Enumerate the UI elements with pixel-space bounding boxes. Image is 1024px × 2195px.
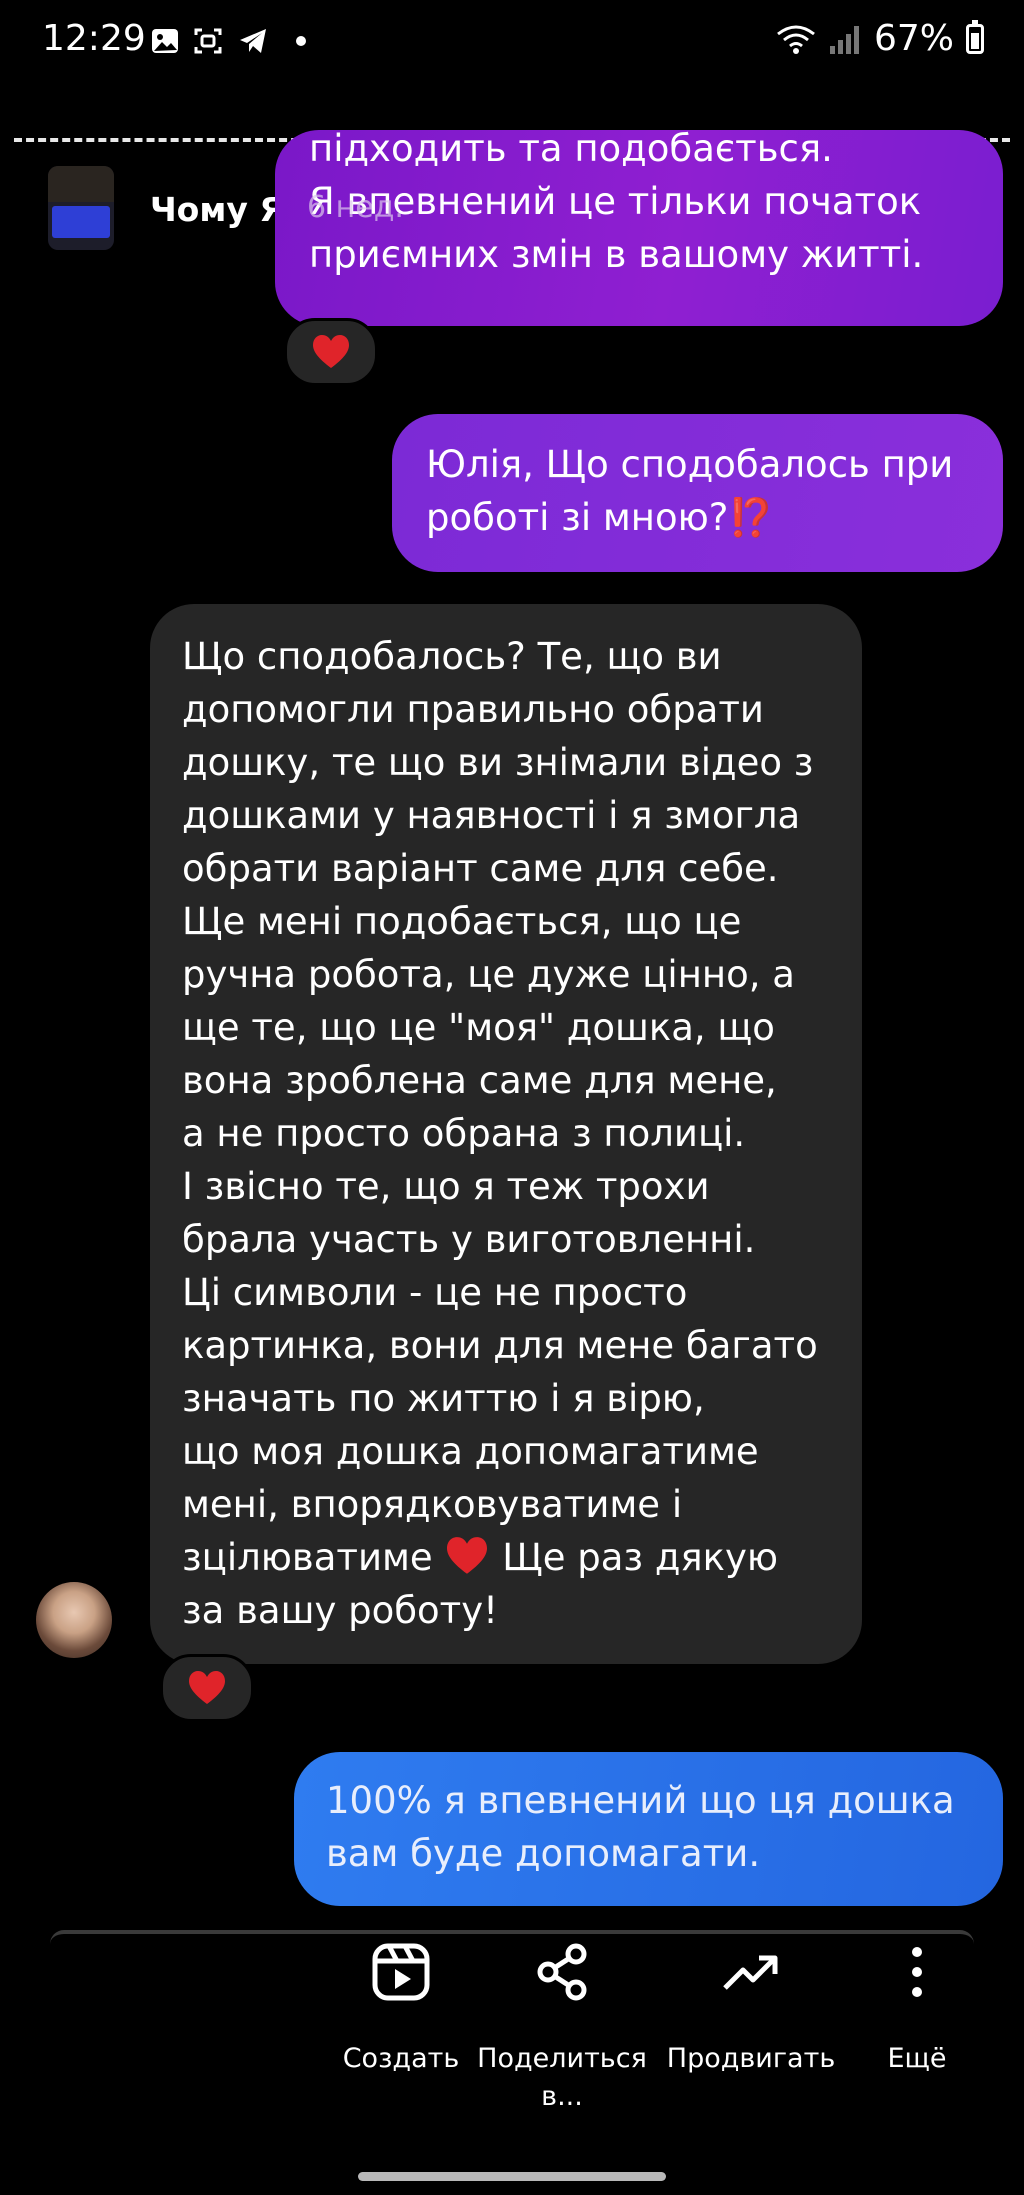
message-line: що моя дошка допомагатиме xyxy=(182,1430,759,1473)
avatar[interactable] xyxy=(36,1582,112,1658)
message-line: обрати варіант саме для себе. xyxy=(182,847,779,890)
message-line: брала участь у виготовленні. xyxy=(182,1218,756,1261)
message-bubble-outgoing-1[interactable]: підходить та подобається. Я впевнений це… xyxy=(275,130,1003,326)
share-label-line1: Поделиться xyxy=(477,2043,647,2074)
share-button[interactable]: Поделиться в... xyxy=(477,1940,647,2116)
message-line: 100% я впевнений що ця дошка xyxy=(326,1779,955,1822)
heart-icon xyxy=(313,335,349,368)
screenshot-icon xyxy=(194,28,222,54)
promote-label: Продвигать xyxy=(666,2043,836,2074)
reels-icon xyxy=(372,1943,430,2001)
create-label: Создать xyxy=(342,2043,460,2074)
promote-button[interactable]: Продвигать xyxy=(666,1940,836,2078)
interrobang-icon: ⁉️ xyxy=(728,496,775,539)
message-line: вам буде допомагати. xyxy=(326,1832,761,1875)
message-bubble-outgoing-2[interactable]: Юлія, Що сподобалось при роботі зі мною?… xyxy=(392,414,1003,572)
wifi-icon xyxy=(777,25,815,54)
share-label-line2: в... xyxy=(541,2081,583,2112)
message-line: Ще мені подобається, що це xyxy=(182,900,742,943)
battery-percent: 67% xyxy=(873,18,954,59)
heart-emoji-icon xyxy=(447,1537,488,1574)
message-line: вона зроблена саме для мене, xyxy=(182,1059,777,1102)
home-indicator[interactable] xyxy=(358,2172,666,2181)
gallery-icon xyxy=(152,29,178,53)
more-button[interactable]: Ещё xyxy=(832,1940,1002,2078)
more-label: Ещё xyxy=(887,2043,947,2074)
message-line: значать по життю і я вірю, xyxy=(182,1377,705,1420)
status-time: 12:29 xyxy=(42,18,146,59)
heart-icon xyxy=(189,1671,225,1704)
message-line: І звісно те, що я теж трохи xyxy=(182,1165,710,1208)
message-line: мені, впорядковуватиме і xyxy=(182,1483,683,1526)
message-line: за вашу роботу! xyxy=(182,1589,498,1632)
status-right: 67% xyxy=(776,18,984,59)
message-line: картинка, вони для мене багато xyxy=(182,1324,818,1367)
message-line: Юлія, Що сподобалось при xyxy=(426,443,954,486)
message-line: приємних змін в вашому житті. xyxy=(309,233,924,276)
message-line: зцілюватиме xyxy=(182,1536,433,1579)
message-line: Ці символи - це не просто xyxy=(182,1271,688,1314)
notification-dot-icon xyxy=(296,36,306,46)
create-button[interactable]: Создать xyxy=(316,1940,486,2078)
message-line: Що сподобалось? Те, що ви xyxy=(182,635,722,678)
heart-reaction[interactable] xyxy=(284,318,378,386)
message-line: роботі зі мною? xyxy=(426,496,729,539)
message-line: а не просто обрана з полиці. xyxy=(182,1112,746,1155)
message-line: дошками у наявності і я змогла xyxy=(182,794,801,837)
more-vertical-icon xyxy=(912,1947,922,1997)
heart-reaction[interactable] xyxy=(160,1654,254,1722)
message-line: Ще раз дякую xyxy=(502,1536,779,1579)
message-bubble-outgoing-3[interactable]: 100% я впевнений що ця дошка вам буде до… xyxy=(294,1752,1003,1906)
trending-icon xyxy=(723,1955,778,1990)
message-bubble-incoming[interactable]: Що сподобалось? Те, що ви допомогли прав… xyxy=(150,604,862,1664)
message-line: підходить та подобається. xyxy=(309,130,833,170)
share-icon xyxy=(537,1943,587,2001)
telegram-icon xyxy=(240,29,266,53)
message-line: Я впевнений це тільки початок xyxy=(309,180,922,223)
message-line: ручна робота, це дуже цінно, а xyxy=(182,953,795,996)
message-line: дошку, те що ви знімали відео з xyxy=(182,741,814,784)
story-thumbnail[interactable] xyxy=(48,166,114,250)
message-line: допомогли правильно обрати xyxy=(182,688,764,731)
battery-icon xyxy=(966,19,984,54)
message-line: ще те, що це "моя" дошка, що xyxy=(182,1006,775,1049)
signal-icon xyxy=(829,25,859,54)
story-age: 6 нед. xyxy=(307,190,404,225)
